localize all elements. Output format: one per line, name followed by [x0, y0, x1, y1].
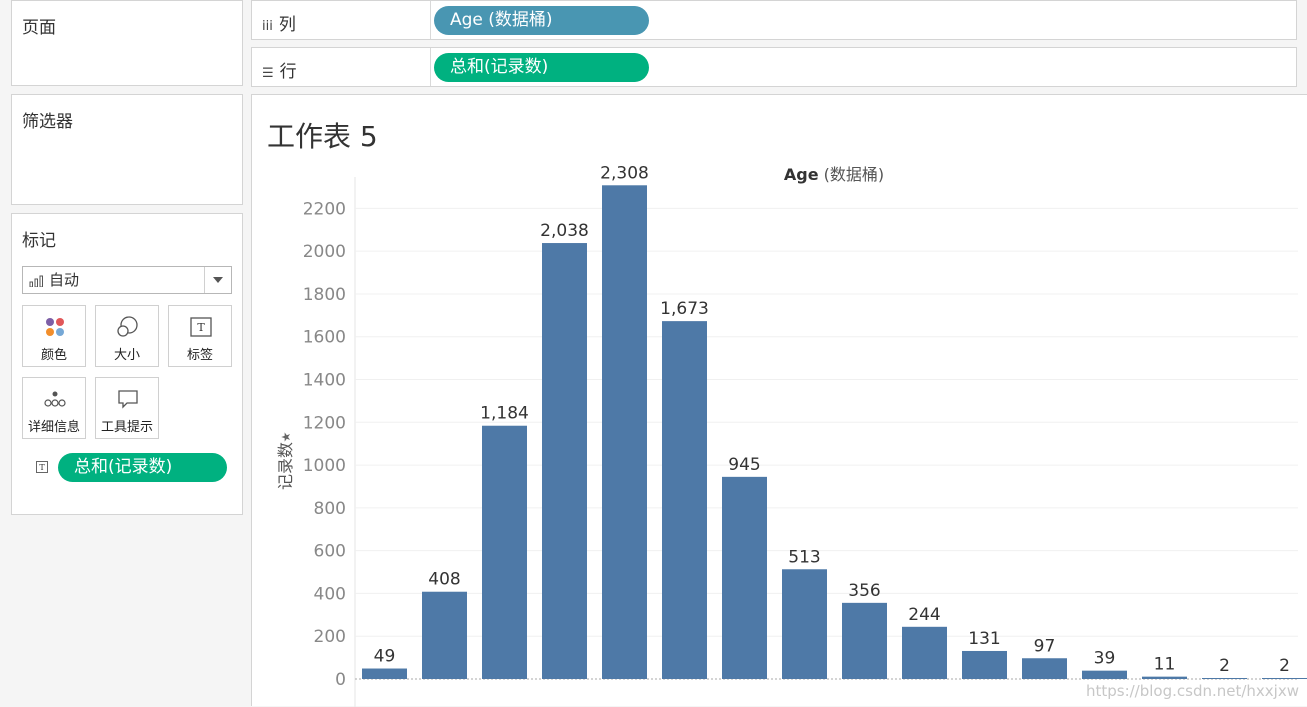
svg-text:T: T — [39, 463, 45, 472]
rows-sum-records-pill[interactable]: 总和(记录数) — [434, 53, 649, 82]
marks-pill-text: 总和(记录数) — [74, 457, 173, 477]
rows-shelf-label-wrap: ☰ 行 — [262, 57, 297, 82]
shelf-divider — [430, 48, 431, 86]
svg-text:T: T — [197, 321, 205, 334]
tooltip-icon — [118, 390, 138, 409]
x-axis-title-rest: (数据桶) — [819, 165, 885, 184]
bar — [1202, 678, 1247, 679]
columns-shelf[interactable]: iii 列 Age (数据桶) — [251, 0, 1297, 40]
bar — [962, 650, 1007, 679]
bar — [422, 591, 467, 679]
rows-icon: ☰ — [262, 66, 274, 81]
detail-label: 详细信息 — [27, 420, 80, 435]
y-tick-label: 1800 — [303, 285, 346, 305]
tooltip-button[interactable]: 工具提示 — [95, 377, 159, 439]
bar — [722, 476, 767, 679]
y-tick-label: 200 — [314, 627, 346, 647]
data-label: 2 — [1219, 656, 1230, 676]
bar-chart-icon — [29, 275, 43, 287]
y-tick-label: 2200 — [303, 199, 346, 219]
bar — [1142, 676, 1187, 679]
bar — [902, 626, 947, 679]
bar — [662, 321, 707, 679]
detail-icon — [44, 391, 66, 407]
data-label: 2,038 — [540, 221, 589, 241]
bar — [542, 243, 587, 679]
columns-shelf-label-wrap: iii 列 — [262, 10, 296, 35]
columns-pill-text: Age (数据桶) — [450, 10, 553, 30]
x-axis-title: Age (数据桶) — [784, 165, 884, 184]
bar — [1022, 658, 1067, 679]
rows-shelf[interactable]: ☰ 行 总和(记录数) — [251, 47, 1297, 87]
y-tick-label: 1400 — [303, 371, 346, 391]
data-label: 1,184 — [480, 404, 529, 424]
size-button[interactable]: 大小 — [95, 305, 159, 367]
bar — [602, 185, 647, 679]
detail-button[interactable]: 详细信息 — [22, 377, 86, 439]
columns-age-pill[interactable]: Age (数据桶) — [434, 6, 649, 35]
columns-label: 列 — [278, 15, 296, 35]
data-label: 2 — [1279, 656, 1290, 676]
shelf-divider — [430, 1, 431, 39]
label-label: 标签 — [186, 348, 213, 363]
bar — [1262, 678, 1307, 679]
filters-title: 筛选器 — [22, 112, 73, 132]
bar — [482, 425, 527, 679]
label-small-icon: T — [36, 461, 48, 473]
marks-panel: 标记 自动 颜色 大小 T 标签 详细信息 工具提示 T 总和(记录数) — [11, 213, 243, 515]
y-axis-title: 记录数 — [276, 442, 295, 490]
color-label: 颜色 — [40, 348, 67, 363]
y-tick-label: 1600 — [303, 328, 346, 348]
mark-type-dropdown[interactable]: 自动 — [22, 266, 232, 294]
tooltip-label: 工具提示 — [100, 420, 153, 435]
data-label: 1,673 — [660, 299, 709, 319]
data-label: 356 — [848, 581, 880, 601]
chart-area: 工作表 5 0 200 400 600 800 1000 1200 1400 1600 1800 2… — [251, 94, 1307, 707]
pages-title: 页面 — [22, 18, 56, 38]
y-tick-label: 0 — [335, 670, 346, 690]
pages-panel[interactable]: 页面 — [11, 0, 243, 86]
data-label: 408 — [428, 570, 460, 590]
data-label: 11 — [1154, 655, 1176, 675]
y-tick-label: 400 — [314, 584, 346, 604]
bar-chart: 0 200 400 600 800 1000 1200 1400 1600 1800 2000 220… — [276, 163, 1307, 707]
data-label: 49 — [374, 647, 396, 667]
color-icon — [46, 318, 64, 336]
x-axis-title-bold: Age — [784, 165, 819, 184]
rows-label: 行 — [279, 62, 297, 82]
data-label: 39 — [1094, 649, 1116, 669]
bar — [1082, 670, 1127, 679]
y-tick-label: 1200 — [303, 413, 346, 433]
data-label: 97 — [1034, 636, 1056, 656]
data-label: 2,308 — [600, 163, 649, 183]
y-tick-label: 1000 — [303, 456, 346, 476]
size-icon — [117, 316, 138, 337]
data-label: 131 — [968, 629, 1000, 649]
rows-pill-text: 总和(记录数) — [450, 57, 549, 77]
data-label: 513 — [788, 547, 820, 567]
marks-sum-records-pill[interactable]: 总和(记录数) — [58, 453, 227, 482]
filters-panel[interactable]: 筛选器 — [11, 94, 243, 205]
watermark: https://blog.csdn.net/hxxjxw — [1085, 682, 1299, 700]
bar — [782, 569, 827, 679]
mark-type-label: 自动 — [49, 271, 80, 289]
bar — [362, 668, 407, 679]
label-button[interactable]: T 标签 — [168, 305, 232, 367]
data-label: 945 — [728, 455, 760, 475]
data-label: 244 — [908, 605, 940, 625]
y-tick-label: 2000 — [303, 242, 346, 262]
chevron-down-icon[interactable] — [204, 267, 231, 293]
pin-icon: ★ — [279, 432, 293, 443]
y-tick-label: 800 — [314, 499, 346, 519]
bar — [842, 602, 887, 679]
color-button[interactable]: 颜色 — [22, 305, 86, 367]
label-icon: T — [190, 317, 212, 337]
size-label: 大小 — [113, 348, 140, 363]
columns-icon: iii — [262, 19, 273, 34]
marks-title: 标记 — [22, 231, 56, 251]
y-tick-label: 600 — [314, 542, 346, 562]
